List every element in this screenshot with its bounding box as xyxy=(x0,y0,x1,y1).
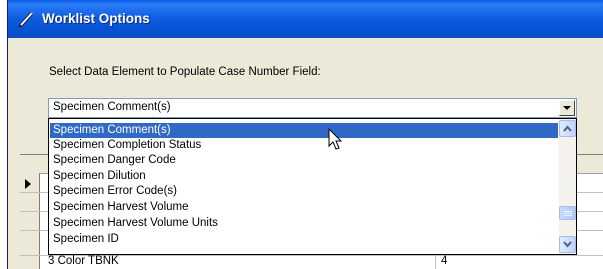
worklist-options-window: Worklist Options Select Data Element to … xyxy=(7,0,603,269)
grid-cell-value[interactable]: 4 xyxy=(441,255,447,267)
current-row-pointer-icon xyxy=(25,179,31,189)
dropdown-option[interactable]: Specimen Comment(s) xyxy=(50,123,558,138)
combobox-selected-value: Specimen Comment(s) xyxy=(53,101,171,113)
grid-cell-name[interactable]: 3 Color TBNK xyxy=(48,255,119,267)
case-number-prompt-label: Select Data Element to Populate Case Num… xyxy=(49,66,321,78)
case-number-dropdown-list[interactable]: Specimen Comment(s) Specimen Completion … xyxy=(48,118,577,255)
dropdown-option[interactable]: Specimen Completion Status xyxy=(50,138,558,153)
dropdown-scrollbar[interactable] xyxy=(559,119,576,254)
title-bar[interactable]: Worklist Options xyxy=(8,0,603,38)
mouse-pointer-icon xyxy=(328,128,343,150)
dropdown-option[interactable]: Specimen Harvest Volume xyxy=(50,200,558,215)
pen-icon xyxy=(16,11,36,29)
window-title: Worklist Options xyxy=(42,11,150,26)
chevron-up-icon xyxy=(563,125,572,132)
scroll-up-button[interactable] xyxy=(559,120,576,137)
dropdown-option[interactable]: Specimen Dilution xyxy=(50,169,558,184)
dropdown-arrow-button[interactable] xyxy=(559,100,575,116)
dropdown-option[interactable]: Specimen Danger Code xyxy=(50,153,558,168)
chevron-down-icon xyxy=(563,241,572,248)
dropdown-option[interactable]: Specimen Harvest Volume Units xyxy=(50,216,558,231)
case-number-combobox[interactable]: Specimen Comment(s) xyxy=(48,98,577,118)
dropdown-option[interactable]: Specimen ID xyxy=(50,232,558,247)
grid-column-divider xyxy=(435,256,436,269)
scroll-down-button[interactable] xyxy=(559,236,576,253)
dropdown-option[interactable]: Specimen Error Code(s) xyxy=(50,184,558,199)
scroll-thumb[interactable] xyxy=(559,206,576,220)
